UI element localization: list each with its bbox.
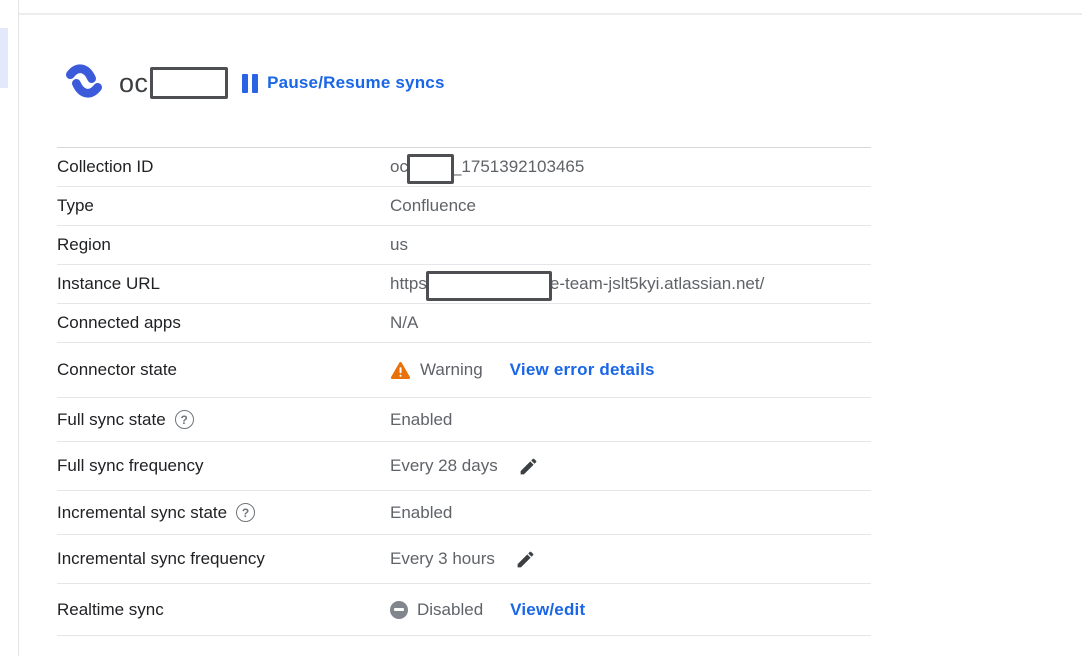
row-label: Incremental sync state ? [57, 503, 390, 523]
left-panel-divider [18, 0, 19, 656]
row-value: Every 3 hours [390, 549, 871, 570]
confluence-icon [63, 61, 105, 106]
row-value: oc _1751392103465 [390, 156, 871, 178]
row-value: Warning View error details [390, 360, 871, 380]
value-text-prefix: oc [390, 157, 408, 177]
row-label: Full sync state ? [57, 410, 390, 430]
row-label: Collection ID [57, 157, 390, 177]
row-value: https e-team-jslt5kyi.atlassian.net/ [390, 273, 871, 295]
details-table: Collection ID oc _1751392103465 Type Conf… [57, 147, 871, 636]
table-row-full-sync-frequency: Full sync frequency Every 28 days [57, 442, 871, 491]
row-label: Connector state [57, 360, 390, 380]
row-label: Type [57, 196, 390, 216]
table-row-connector-state: Connector state Warning View error detai… [57, 343, 871, 398]
row-value: Disabled View/edit [390, 600, 871, 620]
row-label: Connected apps [57, 313, 390, 333]
top-divider [19, 13, 1082, 15]
table-row-type: Type Confluence [57, 187, 871, 226]
datastore-details-page: oc Pause/Resume syncs Collection ID oc _1… [0, 0, 1082, 656]
row-value: us [390, 235, 871, 255]
status-text: Warning [420, 360, 483, 380]
row-label: Region [57, 235, 390, 255]
datastore-header: oc Pause/Resume syncs [63, 60, 871, 106]
row-value: N/A [390, 313, 871, 333]
row-label: Full sync frequency [57, 456, 390, 476]
table-row-instance-url: Instance URL https e-team-jslt5kyi.atlass… [57, 265, 871, 304]
table-row-collection-id: Collection ID oc _1751392103465 [57, 148, 871, 187]
value-text: Every 28 days [390, 456, 498, 476]
redaction-box [407, 154, 454, 184]
redaction-box [150, 67, 228, 99]
edit-icon[interactable] [518, 456, 539, 477]
view-error-details-link[interactable]: View error details [510, 360, 655, 380]
row-value: Confluence [390, 196, 871, 216]
row-label: Realtime sync [57, 600, 390, 620]
edit-icon[interactable] [515, 549, 536, 570]
row-label: Instance URL [57, 274, 390, 294]
row-label-text: Incremental sync state [57, 503, 227, 523]
sidebar-selected-item-edge [0, 28, 8, 88]
status-text: Disabled [417, 600, 483, 620]
main-content: oc Pause/Resume syncs Collection ID oc _1… [57, 60, 871, 636]
row-label-text: Full sync state [57, 410, 166, 430]
view-edit-link[interactable]: View/edit [510, 600, 585, 620]
row-value: Enabled [390, 503, 871, 523]
pause-resume-button[interactable]: Pause/Resume syncs [242, 73, 444, 93]
value-text-suffix: _1751392103465 [452, 157, 584, 177]
help-icon[interactable]: ? [236, 503, 255, 522]
table-row-realtime-sync: Realtime sync Disabled View/edit [57, 584, 871, 636]
row-value: Every 28 days [390, 456, 871, 477]
redaction-box [426, 271, 552, 301]
pause-resume-label: Pause/Resume syncs [267, 73, 444, 93]
disabled-icon [390, 601, 408, 619]
datastore-title: oc [119, 68, 148, 99]
help-glyph: ? [242, 507, 249, 519]
table-row-region: Region us [57, 226, 871, 265]
help-glyph: ? [180, 414, 187, 426]
row-label: Incremental sync frequency [57, 549, 390, 569]
value-text: Every 3 hours [390, 549, 495, 569]
help-icon[interactable]: ? [175, 410, 194, 429]
table-row-full-sync-state: Full sync state ? Enabled [57, 398, 871, 442]
row-value: Enabled [390, 410, 871, 430]
pause-icon [242, 74, 258, 93]
warning-icon [390, 361, 411, 380]
table-row-incremental-sync-frequency: Incremental sync frequency Every 3 hours [57, 535, 871, 584]
value-text-prefix: https [390, 274, 427, 294]
table-row-connected-apps: Connected apps N/A [57, 304, 871, 343]
value-text-suffix: e-team-jslt5kyi.atlassian.net/ [550, 274, 764, 294]
table-row-incremental-sync-state: Incremental sync state ? Enabled [57, 491, 871, 535]
